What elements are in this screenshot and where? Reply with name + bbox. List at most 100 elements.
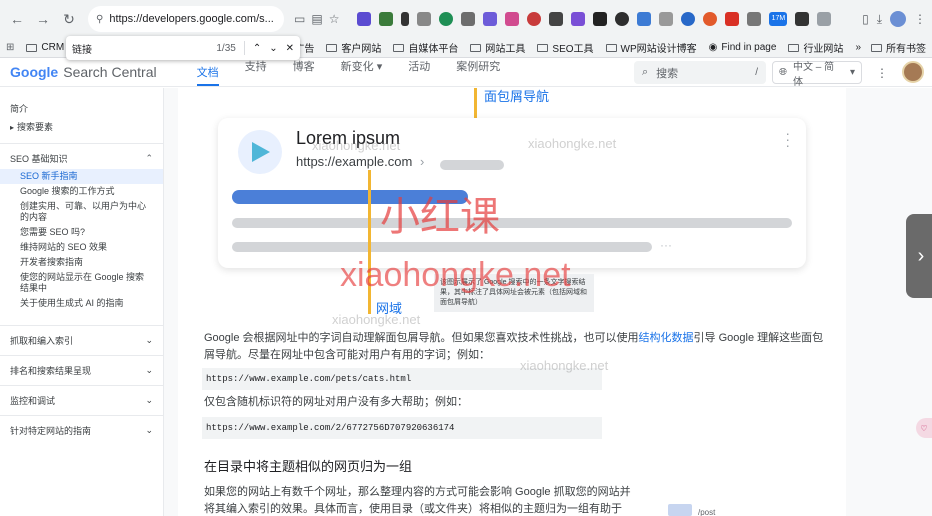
bookmark-folder[interactable]: 客户网站 — [326, 40, 381, 55]
extension-icon[interactable] — [417, 12, 432, 26]
forward-icon[interactable]: → — [32, 8, 54, 30]
extension-icon[interactable] — [615, 12, 630, 26]
bookmark-star-icon[interactable]: ☆ — [329, 12, 340, 26]
site-search[interactable]: ⌕ 搜索 / — [634, 61, 766, 84]
domain-callout-label: 网域 — [376, 301, 403, 316]
chevron-down-icon: ▾ — [849, 67, 855, 78]
extension-icon[interactable] — [795, 12, 810, 26]
sidebar-item-helpful-content[interactable]: 创建实用、可靠、以用户为中心的内容 — [0, 199, 163, 225]
extension-icon[interactable] — [637, 12, 652, 26]
bookmark-folder[interactable]: WP网站设计博客 — [605, 40, 697, 55]
sidebar-item-appear-in-results[interactable]: 使您的网站显示在 Google 搜索结果中 — [0, 270, 163, 296]
bookmark-folder[interactable]: 自媒体平台 — [393, 40, 458, 55]
folder-icon — [26, 43, 38, 52]
find-prev-icon[interactable]: ⌃ — [253, 43, 261, 54]
user-avatar[interactable] — [902, 61, 924, 83]
extension-icon[interactable] — [527, 12, 542, 26]
nav-events[interactable]: 活动 — [408, 58, 430, 86]
find-input[interactable]: 链接 — [72, 41, 208, 56]
browser-toolbar: ← → ↻ ⚲ https://developers.google.com/s.… — [0, 0, 932, 38]
language-selector[interactable]: 🌐︎ 中文 – 简体 ▾ — [772, 61, 862, 88]
nav-whats-new[interactable]: 新变化 ▾ — [341, 58, 383, 86]
site-info-icon[interactable]: ⚲ — [96, 14, 103, 25]
profile-avatar[interactable] — [890, 11, 906, 27]
bookmark-folder[interactable]: 网站工具 — [470, 40, 525, 55]
sidepanel-icon[interactable]: ▯ — [862, 12, 869, 26]
site-logo[interactable]: Google Search Central — [10, 64, 157, 80]
nav-docs[interactable]: 文档 — [196, 64, 219, 86]
extension-icon[interactable] — [725, 12, 740, 26]
chevron-down-icon: ⌄ — [145, 335, 153, 345]
extension-icon[interactable] — [439, 12, 454, 26]
more-bookmarks-icon[interactable]: » — [855, 42, 861, 53]
extension-icon[interactable] — [549, 12, 564, 26]
google-logo-text: Google — [10, 64, 59, 80]
apps-grid-icon[interactable]: ⊞ — [6, 42, 14, 53]
article-paragraph-3: 如果您的网站上有数千个网址，那么整理内容的方式可能会影响 Google 抓取您的… — [204, 486, 631, 515]
sidebar-section-ranking[interactable]: 排名和搜索结果呈现 ⌄ — [0, 355, 163, 385]
nav-blog[interactable]: 博客 — [293, 58, 315, 86]
sidebar-item-how-search-works[interactable]: Google 搜索的工作方式 — [0, 184, 163, 199]
folder-icon — [470, 43, 482, 52]
reload-icon[interactable]: ↻ — [58, 8, 80, 30]
url-text: https://developers.google.com/s... — [109, 13, 274, 25]
pen-icon[interactable] — [401, 12, 410, 26]
nav-support[interactable]: 支持 — [245, 58, 267, 86]
bookmark-link[interactable]: ◉ Find in page — [709, 42, 777, 53]
snippet-bar-2 — [232, 242, 652, 252]
chevron-right-icon[interactable]: › — [906, 214, 932, 298]
ellipsis-icon: ··· — [660, 238, 672, 252]
extension-icon[interactable] — [461, 12, 476, 26]
extension-icon[interactable] — [379, 12, 394, 26]
nav-case-studies[interactable]: 案例研究 — [456, 58, 500, 86]
extension-icon[interactable] — [681, 12, 696, 26]
sidebar-item-maintain-seo[interactable]: 维持网站的 SEO 效果 — [0, 240, 163, 255]
sidebar-section-seo-basics[interactable]: SEO 基础知识 ⌃ — [0, 143, 163, 169]
sidebar-section-site-specific[interactable]: 针对特定网站的指南 ⌄ — [0, 415, 163, 445]
page-save-icon[interactable]: ▤ — [311, 12, 322, 26]
sidebar-item-essentials[interactable]: 搜索要素 — [0, 118, 163, 137]
section-heading: 在目录中将主题相似的网页归为一组 — [204, 459, 413, 474]
sidebar-section-monitoring[interactable]: 监控和调试 ⌄ — [0, 385, 163, 415]
folder-icon — [393, 43, 405, 52]
bookmark-folder[interactable]: CRM — [26, 42, 64, 53]
bookmark-folder[interactable]: 行业网站 — [788, 40, 843, 55]
search-placeholder: 搜索 — [656, 67, 679, 80]
all-bookmarks[interactable]: 所有书签 — [871, 40, 926, 55]
grid-icon[interactable] — [747, 12, 762, 26]
extension-icon[interactable] — [483, 12, 498, 26]
back-icon[interactable]: ← — [6, 8, 28, 30]
structured-data-link[interactable]: 结构化数据 — [639, 332, 694, 344]
camera-icon[interactable] — [659, 12, 674, 26]
sidebar-item-intro[interactable]: 简介 — [0, 100, 163, 118]
sidebar-section-crawling[interactable]: 抓取和编入索引 ⌄ — [0, 325, 163, 355]
chevron-down-icon: ⌄ — [145, 425, 153, 435]
extension-icon[interactable] — [571, 12, 586, 26]
find-in-page-bar: 链接 1/35 ⌃ ⌄ ✕ — [66, 36, 300, 60]
extension-icon[interactable] — [505, 12, 520, 26]
address-bar[interactable]: ⚲ https://developers.google.com/s... — [88, 6, 284, 32]
figure-tooltip: 该图示展示了 Google 搜索中的一条文字搜索结果，其中标注了具体网址会被元素… — [434, 274, 594, 312]
find-close-icon[interactable]: ✕ — [286, 43, 294, 54]
cast-icon[interactable]: ▭ — [294, 12, 305, 26]
extension-icon[interactable] — [357, 12, 372, 26]
extension-badge[interactable]: 17M — [769, 12, 788, 26]
more-vert-icon: · · · — [785, 125, 790, 153]
menu-dots-icon[interactable]: ⋮ — [914, 12, 926, 26]
extension-icon[interactable] — [593, 12, 608, 26]
download-icon[interactable]: ⤓ — [877, 12, 882, 27]
extension-icon[interactable] — [703, 12, 718, 26]
sidebar-item-dev-guide[interactable]: 开发者搜索指南 — [0, 255, 163, 270]
sidebar-item-gen-ai[interactable]: 关于使用生成式 AI 的指南 — [0, 296, 163, 311]
sidebar-item-seo-starter[interactable]: SEO 新手指南 — [0, 169, 163, 184]
sidebar-item-need-seo[interactable]: 您需要 SEO 吗? — [0, 225, 163, 240]
floating-badge-icon[interactable]: ♡ — [916, 418, 932, 438]
language-label: 中文 – 简体 — [793, 61, 835, 88]
find-next-icon[interactable]: ⌄ — [269, 43, 277, 54]
puzzle-icon[interactable] — [817, 12, 832, 26]
code-example-2: https://www.example.com/2/6772756D707920… — [202, 417, 602, 439]
search-icon: ⌕ — [642, 66, 649, 78]
more-options-icon[interactable]: ⋮ — [876, 66, 888, 80]
bookmark-folder[interactable]: SEO工具 — [537, 40, 594, 55]
top-nav: 文档 支持 博客 新变化 ▾ 活动 案例研究 — [196, 58, 500, 86]
